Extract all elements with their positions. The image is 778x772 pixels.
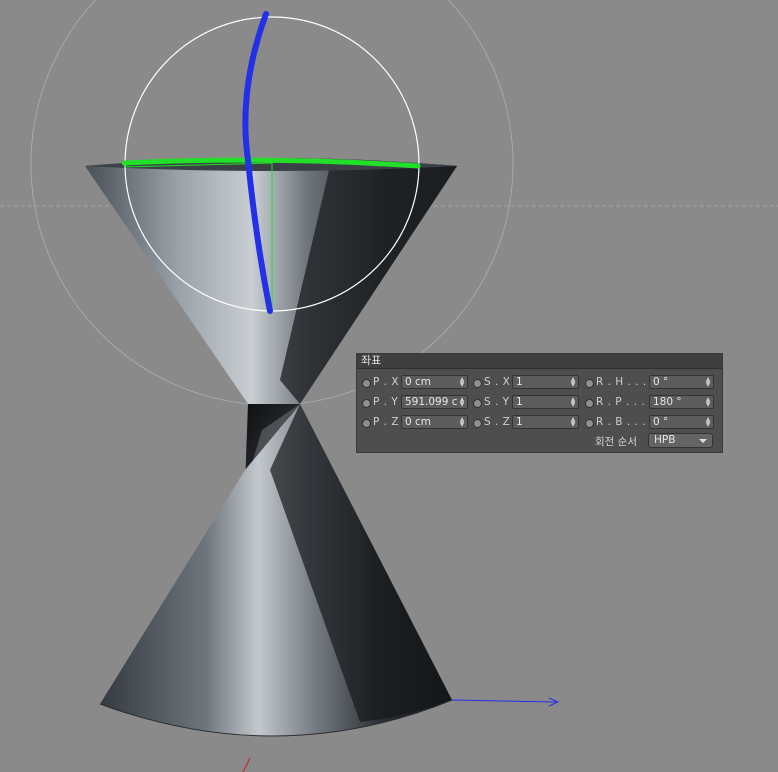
sx-value: 1 (516, 376, 523, 388)
spinner-arrows-icon[interactable]: ▲ ▼ (705, 377, 711, 388)
px-value: 0 cm (405, 376, 432, 388)
dropdown-arrow-icon (699, 439, 707, 443)
spinner-arrows-icon[interactable]: ▲ ▼ (570, 417, 576, 428)
sx-label: S . X (484, 376, 511, 388)
py-label: P . Y (373, 396, 399, 408)
spinner-arrows-icon[interactable]: ▲ ▼ (705, 417, 711, 428)
rh-input[interactable]: 0 ° ▲ ▼ (649, 375, 714, 389)
px-input[interactable]: 0 cm ▲ ▼ (401, 375, 468, 389)
sz-value: 1 (516, 416, 523, 428)
spinner-arrows-icon[interactable]: ▲ ▼ (459, 417, 465, 428)
rotation-order-row: 회전 순서 HPB (357, 433, 722, 449)
coordinates-panel-title: 좌표 (357, 354, 722, 369)
rh-value: 0 ° (653, 376, 669, 388)
px-label: P . X (373, 376, 400, 388)
rb-label: R . B . . . . (596, 416, 654, 428)
coordinates-panel: 좌표 P . X 0 cm ▲ ▼ S . X 1 ▲ ▼ R . H . . . … (356, 353, 723, 453)
rb-radio-icon[interactable] (585, 419, 594, 428)
pz-input[interactable]: 0 cm ▲ ▼ (401, 415, 468, 429)
sx-radio-icon[interactable] (473, 379, 482, 388)
sy-input[interactable]: 1 ▲ ▼ (512, 395, 579, 409)
spinner-arrows-icon[interactable]: ▲ ▼ (570, 397, 576, 408)
rb-input[interactable]: 0 ° ▲ ▼ (649, 415, 714, 429)
rotation-order-label: 회전 순서 (595, 436, 637, 448)
pz-radio-icon[interactable] (362, 419, 371, 428)
pz-label: P . Z (373, 416, 400, 428)
rp-value: 180 ° (653, 396, 682, 408)
py-input[interactable]: 591.099 cm ▲▼ (401, 395, 468, 409)
spinner-arrows-icon[interactable]: ▲ ▼ (570, 377, 576, 388)
spinner-arrows-icon[interactable]: ▲ ▼ (459, 377, 465, 388)
coord-row-z: P . Z 0 cm ▲ ▼ S . Z 1 ▲ ▼ R . B . . . . 0… (357, 415, 722, 431)
py-radio-icon[interactable] (362, 399, 371, 408)
coord-row-y: P . Y 591.099 cm ▲▼ S . Y 1 ▲▼ R . P . .… (357, 395, 722, 411)
rb-value: 0 ° (653, 416, 669, 428)
rp-label: R . P . . . . (596, 396, 653, 408)
rp-input[interactable]: 180 ° ▲ ▼ (649, 395, 714, 409)
pz-value: 0 cm (405, 416, 432, 428)
rotation-order-dropdown[interactable]: HPB (648, 433, 713, 448)
coord-row-x: P . X 0 cm ▲ ▼ S . X 1 ▲ ▼ R . H . . . . 0… (357, 375, 722, 391)
sz-input[interactable]: 1 ▲ ▼ (512, 415, 579, 429)
sz-label: S . Z (484, 416, 511, 428)
px-radio-icon[interactable] (362, 379, 371, 388)
sy-value: 1 (516, 396, 523, 408)
sy-radio-icon[interactable] (473, 399, 482, 408)
rh-radio-icon[interactable] (585, 379, 594, 388)
rh-label: R . H . . . . (596, 376, 655, 388)
rotation-order-value: HPB (654, 434, 676, 446)
rp-radio-icon[interactable] (585, 399, 594, 408)
sy-label: S . Y (484, 396, 510, 408)
sx-input[interactable]: 1 ▲ ▼ (512, 375, 579, 389)
spinner-arrows-icon[interactable]: ▲ ▼ (705, 397, 711, 408)
py-value: 591.099 cm (405, 396, 457, 408)
sz-radio-icon[interactable] (473, 419, 482, 428)
spinner-arrows-icon[interactable]: ▲ ▼ (459, 397, 465, 408)
